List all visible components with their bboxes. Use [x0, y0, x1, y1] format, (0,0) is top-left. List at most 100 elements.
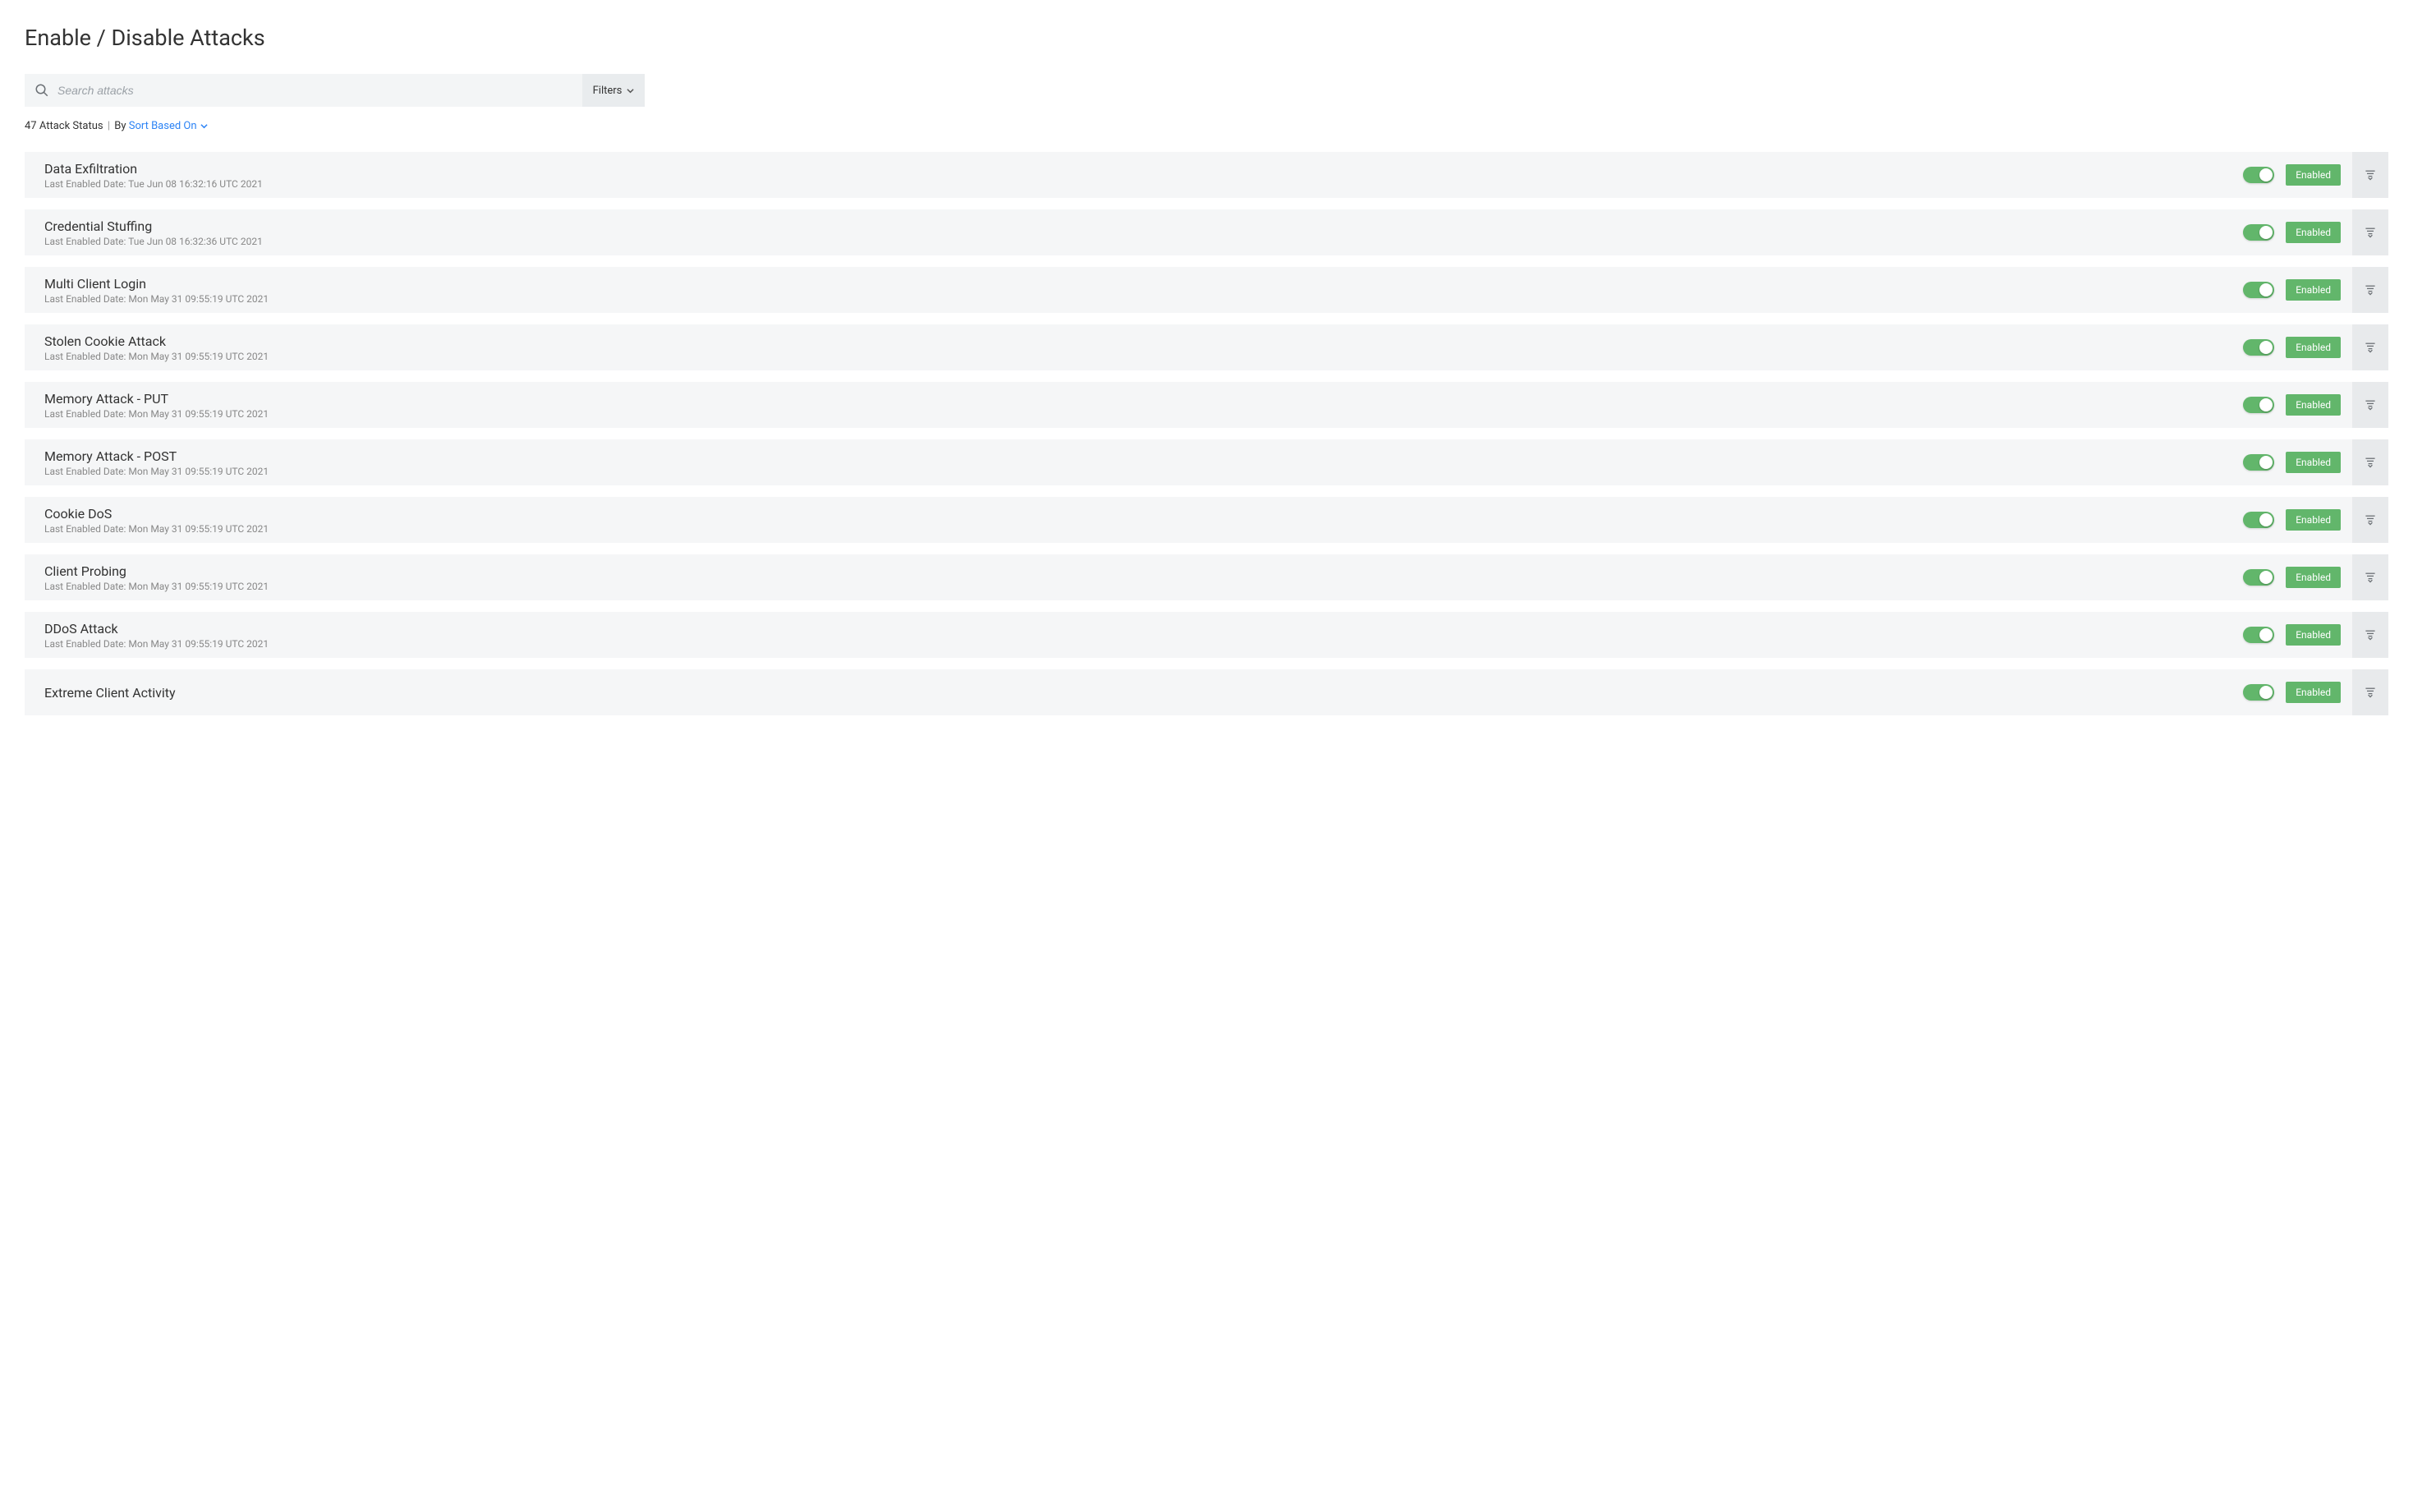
attack-name: Memory Attack - PUT: [44, 391, 2243, 407]
status-badge: Enabled: [2286, 394, 2341, 416]
attack-controls: Enabled: [2243, 669, 2388, 715]
toggle-knob: [2259, 628, 2273, 641]
expand-button[interactable]: [2352, 439, 2388, 485]
enable-toggle[interactable]: [2243, 339, 2274, 356]
filters-label: Filters: [593, 85, 623, 97]
attack-info: Memory Attack - POST Last Enabled Date: M…: [44, 448, 2243, 477]
expand-button[interactable]: [2352, 669, 2388, 715]
attack-controls: Enabled: [2243, 152, 2388, 198]
attack-controls: Enabled: [2243, 209, 2388, 255]
expand-down-icon: [2364, 571, 2377, 584]
attack-date: Last Enabled Date: Mon May 31 09:55:19 U…: [44, 523, 2243, 535]
attack-row: Memory Attack - PUTLast Enabled Date: Mo…: [25, 382, 2388, 428]
status-badge: Enabled: [2286, 337, 2341, 358]
enable-toggle[interactable]: [2243, 167, 2274, 183]
attack-date: Last Enabled Date: Mon May 31 09:55:19 U…: [44, 466, 2243, 477]
expand-down-icon: [2364, 226, 2377, 239]
status-badge: Enabled: [2286, 452, 2341, 473]
attack-row: Client ProbingLast Enabled Date: Mon May…: [25, 554, 2388, 600]
status-badge: Enabled: [2286, 567, 2341, 588]
enable-toggle[interactable]: [2243, 684, 2274, 701]
status-badge: Enabled: [2286, 164, 2341, 186]
expand-button[interactable]: [2352, 267, 2388, 313]
filters-button[interactable]: Filters: [582, 74, 645, 107]
enable-toggle[interactable]: [2243, 282, 2274, 298]
attack-name: Data Exfiltration: [44, 161, 2243, 177]
attack-name: Client Probing: [44, 563, 2243, 579]
expand-button[interactable]: [2352, 209, 2388, 255]
attack-row: Multi Client LoginLast Enabled Date: Mon…: [25, 267, 2388, 313]
search-input[interactable]: [57, 84, 572, 97]
expand-down-icon: [2364, 283, 2377, 296]
attack-info: Client ProbingLast Enabled Date: Mon May…: [44, 563, 2243, 592]
toggle-knob: [2259, 571, 2273, 584]
enable-toggle[interactable]: [2243, 224, 2274, 241]
attack-info: Cookie DoSLast Enabled Date: Mon May 31 …: [44, 506, 2243, 535]
expand-down-icon: [2364, 686, 2377, 699]
attack-name: Cookie DoS: [44, 506, 2243, 522]
attack-info: Stolen Cookie AttackLast Enabled Date: M…: [44, 333, 2243, 362]
status-bar: 47 Attack Status | By Sort Based On: [25, 120, 2388, 132]
attack-row: DDoS AttackLast Enabled Date: Mon May 31…: [25, 612, 2388, 658]
toggle-knob: [2259, 341, 2273, 354]
chevron-down-icon: [200, 122, 208, 130]
status-badge: Enabled: [2286, 682, 2341, 703]
toggle-knob: [2259, 398, 2273, 411]
expand-button[interactable]: [2352, 382, 2388, 428]
expand-button[interactable]: [2352, 497, 2388, 543]
expand-button[interactable]: [2352, 324, 2388, 370]
attack-info: Memory Attack - PUTLast Enabled Date: Mo…: [44, 391, 2243, 420]
toggle-knob: [2259, 513, 2273, 526]
attack-name: Credential Stuffing: [44, 218, 2243, 234]
attack-name: Memory Attack - POST: [44, 448, 2243, 464]
search-icon: [34, 83, 49, 98]
expand-down-icon: [2364, 513, 2377, 526]
attack-info: Extreme Client Activity: [44, 685, 2243, 701]
expand-button[interactable]: [2352, 612, 2388, 658]
attack-date: Last Enabled Date: Tue Jun 08 16:32:16 U…: [44, 178, 2243, 190]
expand-down-icon: [2364, 398, 2377, 411]
attack-name: DDoS Attack: [44, 621, 2243, 637]
enable-toggle[interactable]: [2243, 627, 2274, 643]
attack-list: Data ExfiltrationLast Enabled Date: Tue …: [25, 152, 2388, 715]
expand-button[interactable]: [2352, 554, 2388, 600]
attack-name: Stolen Cookie Attack: [44, 333, 2243, 349]
expand-down-icon: [2364, 168, 2377, 182]
attack-info: Multi Client LoginLast Enabled Date: Mon…: [44, 276, 2243, 305]
toggle-knob: [2259, 226, 2273, 239]
attack-controls: Enabled: [2243, 439, 2388, 485]
by-label: By: [114, 120, 126, 132]
toggle-knob: [2259, 283, 2273, 296]
enable-toggle[interactable]: [2243, 569, 2274, 586]
expand-down-icon: [2364, 456, 2377, 469]
attack-date: Last Enabled Date: Mon May 31 09:55:19 U…: [44, 408, 2243, 420]
expand-down-icon: [2364, 341, 2377, 354]
attack-row: Cookie DoSLast Enabled Date: Mon May 31 …: [25, 497, 2388, 543]
expand-button[interactable]: [2352, 152, 2388, 198]
attack-date: Last Enabled Date: Mon May 31 09:55:19 U…: [44, 293, 2243, 305]
attack-info: Data ExfiltrationLast Enabled Date: Tue …: [44, 161, 2243, 190]
attack-controls: Enabled: [2243, 497, 2388, 543]
attack-controls: Enabled: [2243, 554, 2388, 600]
attack-controls: Enabled: [2243, 267, 2388, 313]
search-box[interactable]: [25, 74, 582, 107]
attack-controls: Enabled: [2243, 382, 2388, 428]
status-badge: Enabled: [2286, 279, 2341, 301]
toggle-knob: [2259, 456, 2273, 469]
attack-row: Stolen Cookie AttackLast Enabled Date: M…: [25, 324, 2388, 370]
attack-info: DDoS AttackLast Enabled Date: Mon May 31…: [44, 621, 2243, 650]
sort-label: Sort Based On: [129, 120, 197, 132]
attack-row: Data ExfiltrationLast Enabled Date: Tue …: [25, 152, 2388, 198]
sort-link[interactable]: Sort Based On: [129, 120, 208, 132]
enable-toggle[interactable]: [2243, 397, 2274, 413]
status-badge: Enabled: [2286, 222, 2341, 243]
enable-toggle[interactable]: [2243, 454, 2274, 471]
toggle-knob: [2259, 168, 2273, 182]
status-badge: Enabled: [2286, 509, 2341, 531]
enable-toggle[interactable]: [2243, 512, 2274, 528]
attack-controls: Enabled: [2243, 324, 2388, 370]
expand-down-icon: [2364, 628, 2377, 641]
attack-controls: Enabled: [2243, 612, 2388, 658]
attack-name: Extreme Client Activity: [44, 685, 2243, 701]
chevron-down-icon: [627, 87, 634, 94]
